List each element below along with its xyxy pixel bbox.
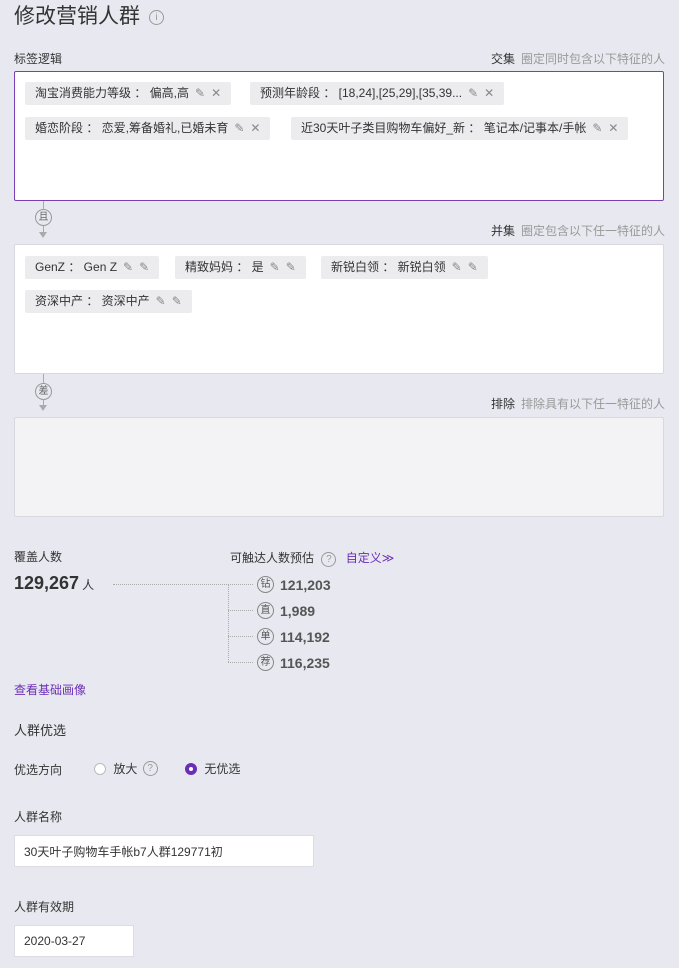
connector-diff: 差 — [35, 383, 52, 400]
tag-label: 精致妈妈 ： 是 — [185, 260, 264, 274]
union-box[interactable]: GenZ ： Gen Z ✎ ✎ 精致妈妈 ： 是 ✎ ✎ 新锐白领 ： 新锐白领 ✎ ✎ … — [14, 244, 664, 374]
reach-channel: 单 114,192 — [257, 628, 330, 645]
channel-badge: 直 — [257, 602, 274, 619]
connector-line — [43, 201, 44, 209]
reach-channel: 直 1,989 — [257, 602, 315, 619]
reach-connector — [228, 662, 253, 663]
edit-icon[interactable]: ✎ — [270, 256, 280, 279]
option-amplify-label: 放大 — [113, 762, 138, 776]
edit-icon[interactable]: ✎ — [234, 117, 244, 140]
coverage-label: 覆盖人数 — [14, 550, 63, 564]
validity-label: 人群有效期 — [14, 900, 75, 914]
help-icon[interactable]: ? — [142, 761, 158, 776]
exclude-header: 排除 排除具有以下任一特征的人 — [491, 395, 665, 412]
edit-icon[interactable]: ✎ — [468, 82, 478, 105]
union-tag[interactable]: 精致妈妈 ： 是 ✎ ✎ — [175, 256, 306, 279]
view-profile-link[interactable]: 查看基础画像 — [14, 681, 86, 698]
connector-arrow-icon — [39, 405, 47, 411]
connector-arrow-icon — [39, 232, 47, 238]
intersection-header: 交集 圈定同时包含以下特征的人 — [491, 50, 665, 67]
intersection-title: 交集 — [490, 52, 515, 66]
option-none[interactable]: 无优选 — [185, 760, 240, 777]
radio-none[interactable] — [185, 762, 197, 775]
intersection-tag[interactable]: 近30天叶子类目购物车偏好_新 ： 笔记本/记事本/手帐 ✎ ✕ — [291, 117, 629, 140]
close-icon[interactable]: ✕ — [250, 117, 260, 140]
option-amplify[interactable]: 放大 ? — [94, 760, 158, 777]
channel-badge: 荐 — [257, 654, 274, 671]
tag-label: 新锐白领 ： 新锐白领 — [331, 260, 446, 274]
tag-label: 预测年龄段 ： [18,24],[25,29],[35,39... — [260, 86, 463, 100]
close-icon[interactable]: ✕ — [211, 82, 221, 105]
optimize-direction-label: 优选方向 — [14, 763, 63, 777]
coverage-count: 129,267 人 — [14, 573, 94, 594]
coverage-unit: 人 — [82, 578, 95, 592]
reach-header: 可触达人数预估 ? 自定义≫ — [230, 549, 394, 567]
radio-amplify[interactable] — [94, 762, 106, 775]
connector-line — [43, 374, 44, 383]
channel-value: 114,192 — [280, 628, 330, 645]
label-logic-label: 标签逻辑 — [14, 52, 63, 66]
reach-connector — [228, 584, 229, 662]
connector-and: 且 — [35, 209, 52, 226]
channel-value: 121,203 — [280, 576, 331, 593]
reach-channel: 钻 121,203 — [257, 576, 331, 593]
crowd-name-input[interactable] — [14, 835, 314, 867]
validity-date-input[interactable] — [14, 925, 134, 957]
page-title-text: 修改营销人群 — [14, 5, 140, 28]
edit-alt-icon[interactable]: ✎ — [468, 256, 478, 279]
channel-badge: 钻 — [257, 576, 274, 593]
intersection-desc: 圈定同时包含以下特征的人 — [520, 52, 665, 66]
coverage-value: 129,267 — [14, 573, 80, 593]
tag-label: 婚恋阶段 ： 恋爱,筹备婚礼,已婚未育 — [35, 121, 229, 135]
tag-label: GenZ ： Gen Z — [35, 260, 118, 274]
union-tag[interactable]: 新锐白领 ： 新锐白领 ✎ ✎ — [321, 256, 488, 279]
edit-alt-icon[interactable]: ✎ — [172, 290, 182, 313]
option-none-label: 无优选 — [204, 762, 241, 776]
exclude-title: 排除 — [490, 397, 515, 411]
edit-icon[interactable]: ✎ — [123, 256, 133, 279]
edit-icon[interactable]: ✎ — [452, 256, 462, 279]
union-title: 并集 — [490, 224, 515, 238]
info-icon[interactable]: i — [149, 10, 164, 25]
intersection-tag[interactable]: 预测年龄段 ： [18,24],[25,29],[35,39... ✎ ✕ — [250, 82, 505, 105]
intersection-box[interactable]: 淘宝消费能力等级 ： 偏高,高 ✎ ✕ 预测年龄段 ： [18,24],[25,29… — [14, 71, 664, 201]
tag-label: 资深中产 ： 资深中产 — [35, 294, 150, 308]
edit-alt-icon[interactable]: ✎ — [139, 256, 149, 279]
close-icon[interactable]: ✕ — [484, 82, 494, 105]
help-icon[interactable]: ? — [321, 552, 337, 567]
page-title: 修改营销人群 i — [14, 0, 164, 30]
exclude-box[interactable] — [14, 417, 664, 517]
reach-connector — [113, 584, 253, 585]
channel-value: 1,989 — [280, 602, 316, 619]
optimize-title: 人群优选 — [14, 723, 67, 738]
reach-connector — [228, 610, 253, 611]
edit-icon[interactable]: ✎ — [592, 117, 602, 140]
channel-value: 116,235 — [280, 654, 330, 671]
union-header: 并集 圈定包含以下任一特征的人 — [491, 222, 665, 239]
custom-link[interactable]: 自定义≫ — [346, 551, 395, 565]
intersection-tag[interactable]: 婚恋阶段 ： 恋爱,筹备婚礼,已婚未育 ✎ ✕ — [25, 117, 271, 140]
tag-label: 淘宝消费能力等级 ： 偏高,高 — [35, 86, 190, 100]
channel-badge: 单 — [257, 628, 274, 645]
intersection-tag[interactable]: 淘宝消费能力等级 ： 偏高,高 ✎ ✕ — [25, 82, 232, 105]
edit-icon[interactable]: ✎ — [195, 82, 205, 105]
reach-channel: 荐 116,235 — [257, 654, 330, 671]
union-tag[interactable]: 资深中产 ： 资深中产 ✎ ✎ — [25, 290, 192, 313]
tag-label: 近30天叶子类目购物车偏好_新 ： 笔记本/记事本/手帐 — [301, 121, 587, 135]
reach-label: 可触达人数预估 — [230, 551, 315, 565]
crowd-name-label: 人群名称 — [14, 810, 63, 824]
reach-connector — [228, 636, 253, 637]
edit-alt-icon[interactable]: ✎ — [286, 256, 296, 279]
union-tag[interactable]: GenZ ： Gen Z ✎ ✎ — [25, 256, 160, 279]
edit-icon[interactable]: ✎ — [156, 290, 166, 313]
union-desc: 圈定包含以下任一特征的人 — [520, 224, 665, 238]
exclude-desc: 排除具有以下任一特征的人 — [520, 397, 665, 411]
close-icon[interactable]: ✕ — [608, 117, 618, 140]
